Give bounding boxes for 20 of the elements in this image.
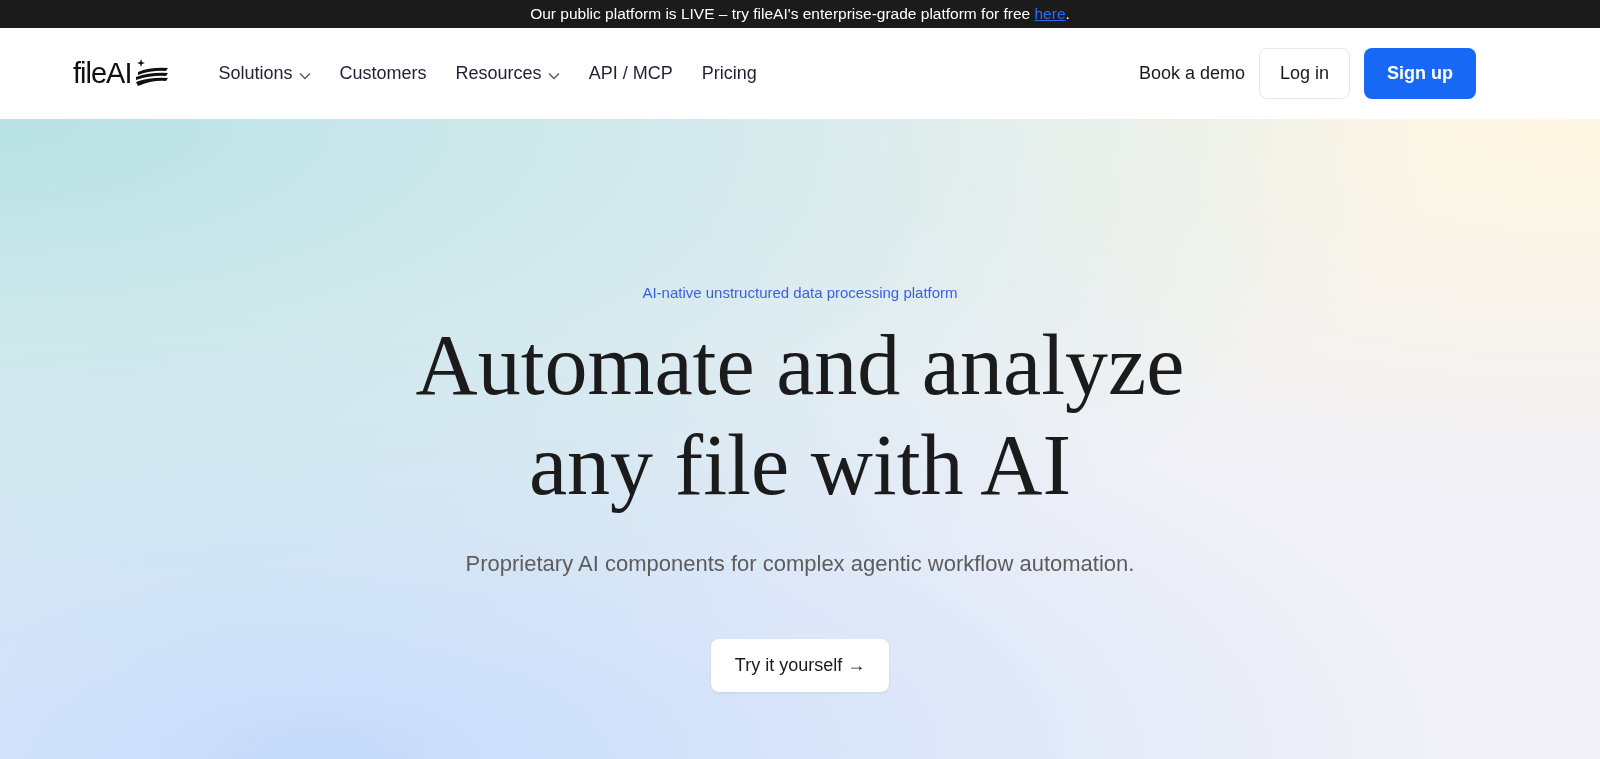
nav-link[interactable]: Pricing: [701, 63, 757, 84]
nav-link[interactable]: Resources: [455, 63, 560, 84]
layers-sparkle-icon: [134, 59, 171, 87]
signup-button[interactable]: Sign up: [1364, 48, 1476, 99]
hero-heading: any file with AI: [528, 416, 1072, 515]
nav-link[interactable]: API / MCP: [588, 63, 673, 84]
try-it-button[interactable]: Try it yourself →: [710, 639, 890, 692]
hero-eyebrow: AI-native unstructured data processing platform: [642, 284, 958, 301]
arrow-right-icon: →: [847, 655, 866, 676]
chevron-down-icon: [298, 71, 311, 80]
chevron-down-icon: [547, 71, 560, 80]
logo-text[interactable]: fileAI: [73, 57, 132, 90]
book-demo-link[interactable]: Book a demo: [1138, 63, 1245, 84]
hero-heading: Automate and analyze: [415, 316, 1185, 415]
banner-link[interactable]: here: [1034, 5, 1066, 22]
nav-link[interactable]: Solutions: [218, 63, 311, 84]
banner-text: Our public platform is LIVE – try fileAI's enterprise-grade platform for free here.: [530, 5, 1070, 23]
nav-link[interactable]: Customers: [339, 63, 427, 84]
hero-subtitle: Proprietary AI components for complex agentic workflow automation.: [465, 551, 1135, 577]
login-button[interactable]: Log in: [1258, 48, 1350, 99]
